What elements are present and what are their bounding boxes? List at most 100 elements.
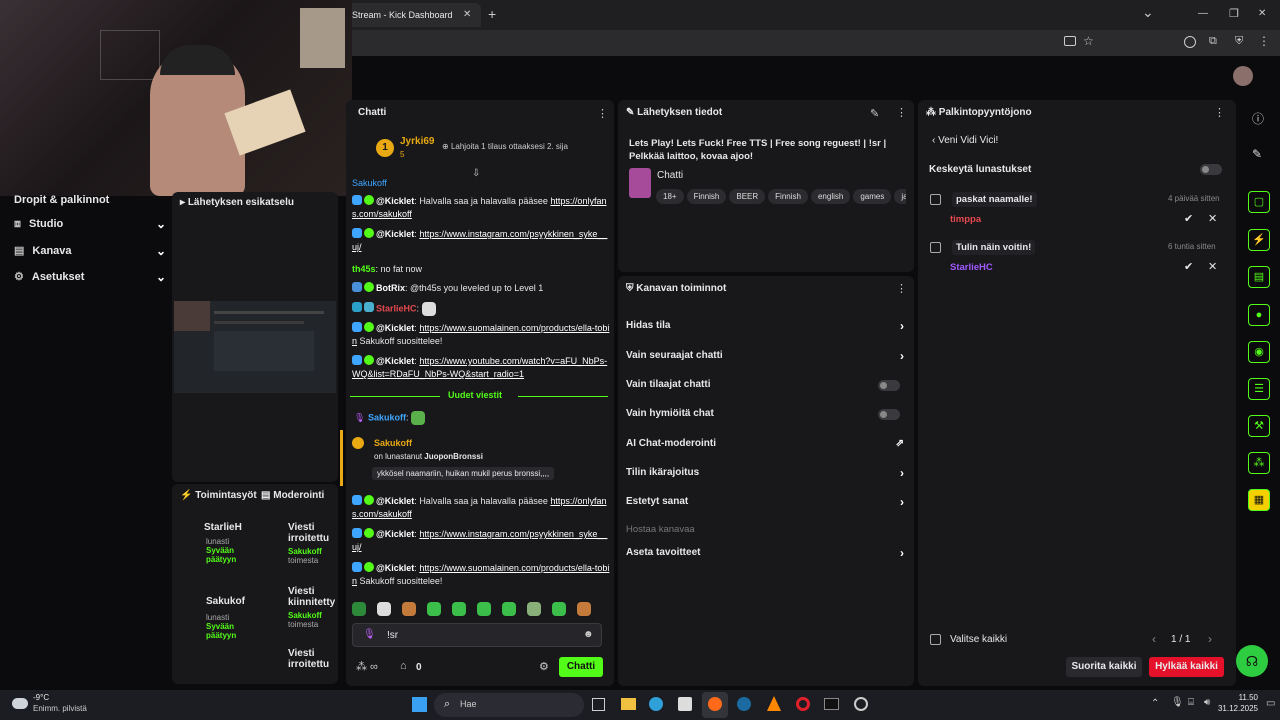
minimize-button[interactable]: — xyxy=(1198,8,1208,19)
steam-icon[interactable] xyxy=(737,697,751,711)
sidebar-item-drops[interactable]: Dropit & palkinnot xyxy=(14,190,164,210)
store-icon[interactable] xyxy=(678,697,692,711)
obs-icon[interactable] xyxy=(854,697,868,711)
firefox-icon[interactable] xyxy=(708,697,722,711)
info-icon[interactable]: ⓘ xyxy=(1252,110,1264,127)
reject-all-button[interactable]: Hylkää kaikki xyxy=(1149,657,1224,677)
support-chat-button[interactable]: ☊ xyxy=(1236,645,1268,677)
clock-time[interactable]: 11.50 xyxy=(1222,693,1258,702)
windows-start-icon[interactable] xyxy=(412,697,427,712)
extensions-icon[interactable]: ⧉ xyxy=(1209,35,1217,48)
more-icon[interactable]: ⋮ xyxy=(896,106,907,119)
points-icon[interactable]: ⁂ ∞ xyxy=(356,660,378,673)
network-icon[interactable]: ⌸ xyxy=(1188,697,1194,708)
next-page-button[interactable]: › xyxy=(1208,632,1212,646)
screen-icon[interactable]: ▢ xyxy=(1248,191,1270,213)
edge-icon[interactable] xyxy=(649,697,663,711)
emote-icon[interactable] xyxy=(577,601,591,616)
emote-icon[interactable] xyxy=(477,601,491,616)
chat-username[interactable]: @Kicklet xyxy=(376,323,414,333)
tag-pill[interactable]: english xyxy=(810,189,851,204)
chat-username[interactable]: @Kicklet xyxy=(376,196,414,206)
emote-icon[interactable] xyxy=(502,601,516,616)
channel-action-row[interactable]: Estetyt sanat › xyxy=(626,492,904,512)
broadcast-icon[interactable]: ◉ xyxy=(1248,341,1270,363)
layout-icon[interactable]: ☰ xyxy=(1248,378,1270,400)
emote-icon[interactable] xyxy=(377,601,391,616)
prev-page-button[interactable]: ‹ xyxy=(1152,632,1156,646)
channel-action-row[interactable]: Hostaa kanavaa xyxy=(626,520,904,540)
wrench-icon[interactable]: ⚒ xyxy=(1248,415,1270,437)
channel-action-row[interactable]: Aseta tavoitteet › xyxy=(626,543,904,563)
document-icon[interactable]: ▤ xyxy=(1248,266,1270,288)
chat-bubble-icon[interactable]: ● xyxy=(1248,304,1270,326)
tag-pill[interactable]: Finnish xyxy=(768,189,808,204)
emoji-icon[interactable]: ☻ xyxy=(583,629,594,640)
reject-close-icon[interactable]: ✕ xyxy=(1208,260,1217,273)
volume-icon[interactable]: 🔊︎ xyxy=(1204,697,1210,708)
top-gifter-name[interactable]: Jyrki69 xyxy=(400,136,434,147)
stream-category[interactable]: Chatti xyxy=(657,170,683,181)
chat-username[interactable]: BotRix xyxy=(376,283,405,293)
scroll-down-icon[interactable]: ⇩ xyxy=(472,168,480,179)
more-icon[interactable]: ⋮ xyxy=(1214,106,1225,119)
file-explorer-icon[interactable] xyxy=(621,698,636,710)
sidebar-item-channel[interactable]: ▤ Kanava ⌄ xyxy=(14,241,166,261)
calendar-icon[interactable]: ▦ xyxy=(1248,489,1270,511)
channel-action-row[interactable]: Tilin ikärajoitus › xyxy=(626,463,904,483)
tag-pill[interactable]: games xyxy=(853,189,892,204)
tag-pill[interactable]: BEER xyxy=(729,189,766,204)
reject-close-icon[interactable]: ✕ xyxy=(1208,212,1217,225)
tab-moderation[interactable]: ▤ Moderointi xyxy=(261,490,324,501)
more-icon[interactable]: ⋮ xyxy=(896,282,907,295)
request-user[interactable]: timppa xyxy=(950,214,981,225)
gift-icon[interactable]: ⌂ xyxy=(400,660,407,672)
profile-icon[interactable] xyxy=(1184,36,1196,48)
taskbar-search[interactable]: ⌕ Hae xyxy=(434,693,584,717)
microphone-icon[interactable]: 🎙︎ xyxy=(1171,697,1184,708)
notification-icon[interactable]: ▭ xyxy=(1266,698,1275,709)
chat-username[interactable]: @Kicklet xyxy=(376,563,414,573)
bolt-icon[interactable]: ⚡ xyxy=(1248,229,1270,251)
emote-icon[interactable] xyxy=(352,601,366,616)
tab-list-icon[interactable]: ⌄ xyxy=(1142,4,1154,21)
send-chat-button[interactable]: Chatti xyxy=(559,657,603,677)
vlc-icon[interactable] xyxy=(767,696,781,711)
pause-redemptions-toggle[interactable] xyxy=(1200,164,1222,175)
channel-action-row[interactable]: Hidas tila › xyxy=(626,316,904,336)
chat-settings-icon[interactable]: ⚙ xyxy=(539,660,549,673)
tab-close-icon[interactable]: ✕ xyxy=(463,9,471,20)
preview-video[interactable] xyxy=(174,301,336,393)
chat-username[interactable]: @Kicklet xyxy=(376,229,414,239)
approve-check-icon[interactable]: ✔ xyxy=(1184,260,1193,273)
chat-username[interactable]: th45s xyxy=(352,264,376,274)
chat-username[interactable]: Sakukoff xyxy=(352,178,387,188)
toggle-switch[interactable] xyxy=(878,409,900,420)
channel-action-row[interactable]: AI Chat-moderointi ⇗ xyxy=(626,434,904,454)
emote-icon[interactable] xyxy=(552,601,566,616)
rewards-icon[interactable]: ⁂ xyxy=(1248,452,1270,474)
chat-username[interactable]: @Kicklet xyxy=(376,496,414,506)
user-avatar[interactable] xyxy=(1233,66,1253,86)
menu-icon[interactable]: ⋮ xyxy=(1258,34,1270,48)
chat-username[interactable]: StarlieHC xyxy=(376,303,417,313)
weather-temp[interactable]: -9°C xyxy=(33,693,49,702)
emote-icon[interactable] xyxy=(527,601,541,616)
channel-action-row[interactable]: Vain hymiöitä chat xyxy=(626,404,904,424)
maximize-button[interactable]: ❐ xyxy=(1229,7,1239,20)
opera-icon[interactable] xyxy=(796,697,810,711)
task-view-icon[interactable] xyxy=(592,698,605,711)
sidebar-item-settings[interactable]: ⚙ Asetukset ⌄ xyxy=(14,267,166,287)
approve-all-button[interactable]: Suorita kaikki xyxy=(1066,657,1142,677)
chat-menu-icon[interactable]: ⋮ xyxy=(597,107,608,120)
channel-action-row[interactable]: Vain tilaajat chatti xyxy=(626,375,904,395)
approve-check-icon[interactable]: ✔ xyxy=(1184,212,1193,225)
bookmark-star-icon[interactable]: ☆ xyxy=(1083,34,1094,48)
terminal-icon[interactable] xyxy=(824,698,839,710)
back-button[interactable]: ‹ Veni Vidi Vici! xyxy=(932,135,998,146)
chat-username[interactable]: @Kicklet xyxy=(376,356,414,366)
chat-input[interactable]: 🎙︎ !sr ☻ xyxy=(352,623,602,647)
install-app-icon[interactable] xyxy=(1064,36,1076,46)
tab-activity[interactable]: ⚡ Toimintasyöt xyxy=(180,490,257,501)
chat-username[interactable]: @Kicklet xyxy=(376,529,414,539)
